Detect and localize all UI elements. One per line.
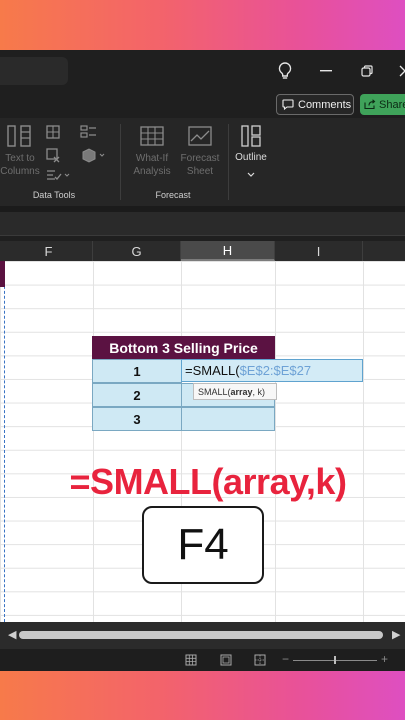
forecast-sheet-line2: Sheet [186, 166, 214, 177]
consolidate-icon[interactable] [80, 124, 98, 140]
scroll-right-icon[interactable]: ▶ [392, 628, 400, 641]
f4-key-graphic: F4 [142, 506, 264, 584]
comments-button[interactable]: Comments [276, 94, 354, 115]
formula-bar[interactable] [0, 212, 405, 236]
column-header-h[interactable]: H [181, 241, 275, 261]
column-header-g[interactable]: G [93, 241, 181, 261]
page-break-preview-icon[interactable] [254, 653, 266, 666]
zoom-out-icon[interactable]: − [282, 652, 289, 666]
tooltip-arg-array: array [230, 386, 253, 397]
text-to-columns-icon[interactable] [2, 124, 38, 150]
lightbulb-icon[interactable] [274, 60, 296, 82]
forecast-group-label: Forecast [155, 190, 191, 200]
left-cell-fill [0, 261, 5, 287]
forecast-sheet-line1: Forecast [180, 153, 220, 164]
share-icon [364, 99, 376, 110]
table-row-rank-3[interactable]: 3 [92, 407, 182, 431]
table-header[interactable]: Bottom 3 Selling Price [92, 336, 275, 359]
selection-border-left [0, 261, 5, 622]
text-to-columns-button[interactable]: Text to Columns [0, 152, 40, 178]
data-validation-icon[interactable] [45, 168, 71, 182]
share-button[interactable]: Share [360, 94, 405, 115]
remove-duplicates-icon[interactable] [45, 147, 61, 163]
comment-icon [282, 99, 294, 110]
formula-prefix: =SMALL( [185, 363, 240, 378]
text-to-columns-line1: Text to [5, 153, 35, 164]
ribbon-separator [120, 124, 121, 200]
tooltip-rest: , k) [252, 386, 266, 397]
share-label: Share [379, 98, 405, 111]
overlay-formula-text: =SMALL(array,k) [69, 461, 347, 502]
function-tooltip[interactable]: SMALL(array, k) [193, 383, 277, 400]
formula-edit-cell[interactable]: =SMALL($E$2:$E$27 [181, 359, 363, 382]
flash-fill-icon[interactable] [45, 124, 61, 140]
what-if-line2: Analysis [133, 166, 171, 177]
zoom-in-icon[interactable]: + [381, 652, 388, 666]
zoom-slider-thumb[interactable] [334, 656, 336, 664]
minimize-icon[interactable] [315, 60, 337, 82]
page-layout-icon[interactable] [220, 653, 232, 666]
outline-button[interactable]: Outline [230, 152, 272, 163]
grid-line [363, 261, 364, 622]
tooltip-function-name: SMALL( [198, 386, 231, 397]
close-icon[interactable] [394, 60, 405, 82]
data-tools-group-label: Data Tools [32, 190, 76, 200]
ribbon-separator [228, 124, 229, 200]
normal-view-icon[interactable] [185, 653, 197, 666]
grid-line [275, 261, 276, 622]
formula-range-reference: $E$2:$E$27 [239, 363, 312, 378]
comments-label: Comments [298, 98, 352, 111]
restore-icon[interactable] [356, 60, 378, 82]
title-search-box[interactable] [0, 57, 68, 85]
data-model-icon[interactable] [80, 147, 108, 163]
column-header-i[interactable]: I [275, 241, 363, 261]
text-to-columns-line2: Columns [0, 166, 40, 177]
f4-key-label: F4 [177, 520, 229, 569]
forecast-sheet-icon[interactable] [187, 124, 213, 150]
table-row-rank-1[interactable]: 1 [92, 359, 182, 383]
forecast-sheet-button[interactable]: Forecast Sheet [177, 152, 223, 178]
scroll-left-icon[interactable]: ◀ [8, 628, 16, 641]
outline-icon[interactable] [239, 124, 263, 150]
column-header-f[interactable]: F [5, 241, 93, 261]
table-value-cell-3[interactable] [181, 407, 275, 431]
table-row-rank-2[interactable]: 2 [92, 383, 182, 407]
what-if-analysis-icon[interactable] [139, 124, 167, 150]
scrollbar-thumb[interactable] [19, 631, 383, 639]
grid-line [93, 261, 94, 622]
what-if-analysis-button[interactable]: What-If Analysis [126, 152, 178, 178]
chevron-down-icon[interactable] [246, 166, 256, 177]
what-if-line1: What-If [135, 153, 169, 164]
